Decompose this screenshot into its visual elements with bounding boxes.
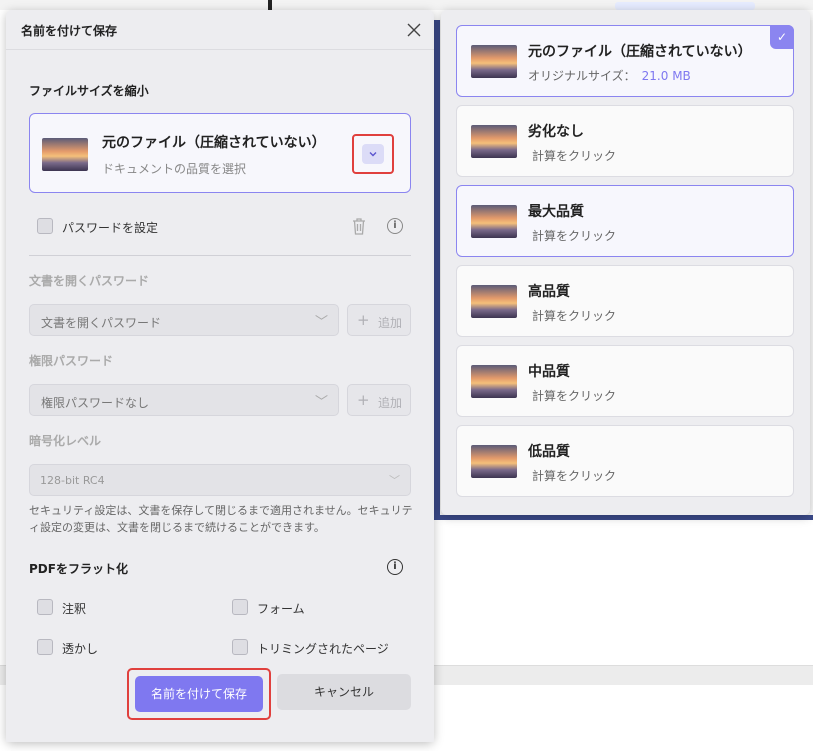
form-checkbox[interactable] [232, 599, 248, 615]
flatten-label: PDFをフラット化 [29, 562, 128, 576]
original-size-label: オリジナルサイズ： [528, 69, 636, 83]
dialog-header: 名前を付けて保存 [6, 10, 434, 50]
quality-subtitle: ドキュメントの品質を選択 [102, 162, 247, 176]
chevron-down-icon: ﹀ [314, 315, 328, 330]
cropped-pages-checkbox[interactable] [232, 639, 248, 655]
option-subtitle: 計算をクリック [532, 229, 617, 243]
reduce-size-label: ファイルサイズを縮小 [29, 84, 149, 98]
check-icon: ✓ [770, 25, 794, 49]
highlight-frame [352, 134, 394, 174]
option-subtitle: オリジナルサイズ： 21.0 MB [528, 67, 691, 84]
quality-option-original[interactable]: 元のファイル（圧縮されていない） オリジナルサイズ： 21.0 MB ✓ [456, 25, 794, 97]
watermark-checkbox[interactable] [37, 639, 53, 655]
annotation-label: 注釈 [62, 602, 87, 616]
background-toolbar [0, 0, 813, 10]
info-icon[interactable]: i [387, 218, 403, 234]
add-permission-password-button[interactable]: + 追加 [347, 384, 411, 416]
add-open-password-button[interactable]: + 追加 [347, 304, 411, 336]
add-label: 追加 [378, 396, 403, 410]
original-size-value: 21.0 MB [641, 69, 691, 83]
option-subtitle: 計算をクリック [532, 469, 617, 483]
quality-title: 元のファイル（圧縮されていない） [102, 135, 326, 151]
dialog-body: ファイルサイズを縮小 元のファイル（圧縮されていない） ドキュメントの品質を選択… [6, 50, 434, 742]
dialog-title: 名前を付けて保存 [21, 24, 118, 38]
background-divider [268, 0, 272, 10]
cancel-button[interactable]: キャンセル [277, 674, 411, 710]
plus-icon: + [357, 311, 370, 329]
open-password-select[interactable]: 文書を開くパスワード ﹀ [29, 304, 339, 336]
option-title: 最大品質 [528, 204, 584, 220]
cropped-pages-label: トリミングされたページ [257, 642, 389, 656]
permission-password-label: 権限パスワード [29, 354, 114, 368]
save-as-button[interactable]: 名前を付けて保存 [135, 676, 263, 712]
quality-option-medium[interactable]: 中品質 計算をクリック [456, 345, 794, 417]
option-subtitle: 計算をクリック [532, 389, 617, 403]
background-tab [615, 2, 755, 10]
quality-option-low[interactable]: 低品質 計算をクリック [456, 425, 794, 497]
chevron-down-icon: ﹀ [314, 395, 328, 410]
encryption-select[interactable]: 128-bit RC4 ﹀ [29, 464, 411, 496]
document-thumbnail [471, 445, 517, 478]
option-title: 低品質 [528, 444, 570, 460]
option-subtitle: 計算をクリック [532, 309, 617, 323]
option-subtitle: 計算をクリック [532, 149, 617, 163]
open-password-value: 文書を開くパスワード [41, 316, 162, 330]
document-thumbnail [42, 138, 88, 171]
form-label: フォーム [257, 602, 305, 616]
watermark-label: 透かし [62, 642, 99, 656]
open-password-label: 文書を開くパスワード [29, 274, 150, 288]
permission-password-select[interactable]: 権限パスワードなし ﹀ [29, 384, 339, 416]
chevron-down-icon: ﹀ [389, 474, 400, 487]
chevron-down-icon[interactable] [362, 144, 384, 164]
plus-icon: + [357, 391, 370, 409]
quality-dropdown-panel: 元のファイル（圧縮されていない） オリジナルサイズ： 21.0 MB ✓ 劣化なし… [441, 10, 810, 515]
highlight-frame: 名前を付けて保存 [127, 668, 271, 720]
add-label: 追加 [378, 316, 403, 330]
close-icon[interactable] [404, 20, 424, 40]
encryption-label: 暗号化レベル [29, 434, 102, 448]
save-as-dialog: 名前を付けて保存 ファイルサイズを縮小 元のファイル（圧縮されていない） ドキュ… [6, 10, 434, 742]
option-title: 劣化なし [528, 124, 584, 140]
security-note: セキュリティ設定は、文書を保存して閉じるまで適用されません。セキュリティ設定の変… [29, 504, 413, 534]
quality-option-high[interactable]: 高品質 計算をクリック [456, 265, 794, 337]
option-title: 中品質 [528, 364, 570, 380]
trash-icon[interactable] [350, 216, 368, 240]
password-checkbox-label: パスワードを設定 [62, 221, 159, 235]
info-icon[interactable]: i [387, 559, 403, 575]
document-thumbnail [471, 125, 517, 158]
option-title: 高品質 [528, 284, 570, 300]
document-thumbnail [471, 285, 517, 318]
document-thumbnail [471, 205, 517, 238]
divider [29, 255, 411, 256]
encryption-value: 128-bit RC4 [40, 474, 105, 487]
document-thumbnail [471, 45, 517, 78]
quality-option-lossless[interactable]: 劣化なし 計算をクリック [456, 105, 794, 177]
permission-password-value: 権限パスワードなし [41, 396, 150, 410]
quality-option-maximum[interactable]: 最大品質 計算をクリック [456, 185, 794, 257]
annotation-checkbox[interactable] [37, 599, 53, 615]
quality-selector[interactable]: 元のファイル（圧縮されていない） ドキュメントの品質を選択 [29, 113, 411, 193]
option-title: 元のファイル（圧縮されていない） [528, 44, 752, 60]
document-thumbnail [471, 365, 517, 398]
password-checkbox[interactable] [37, 218, 53, 234]
